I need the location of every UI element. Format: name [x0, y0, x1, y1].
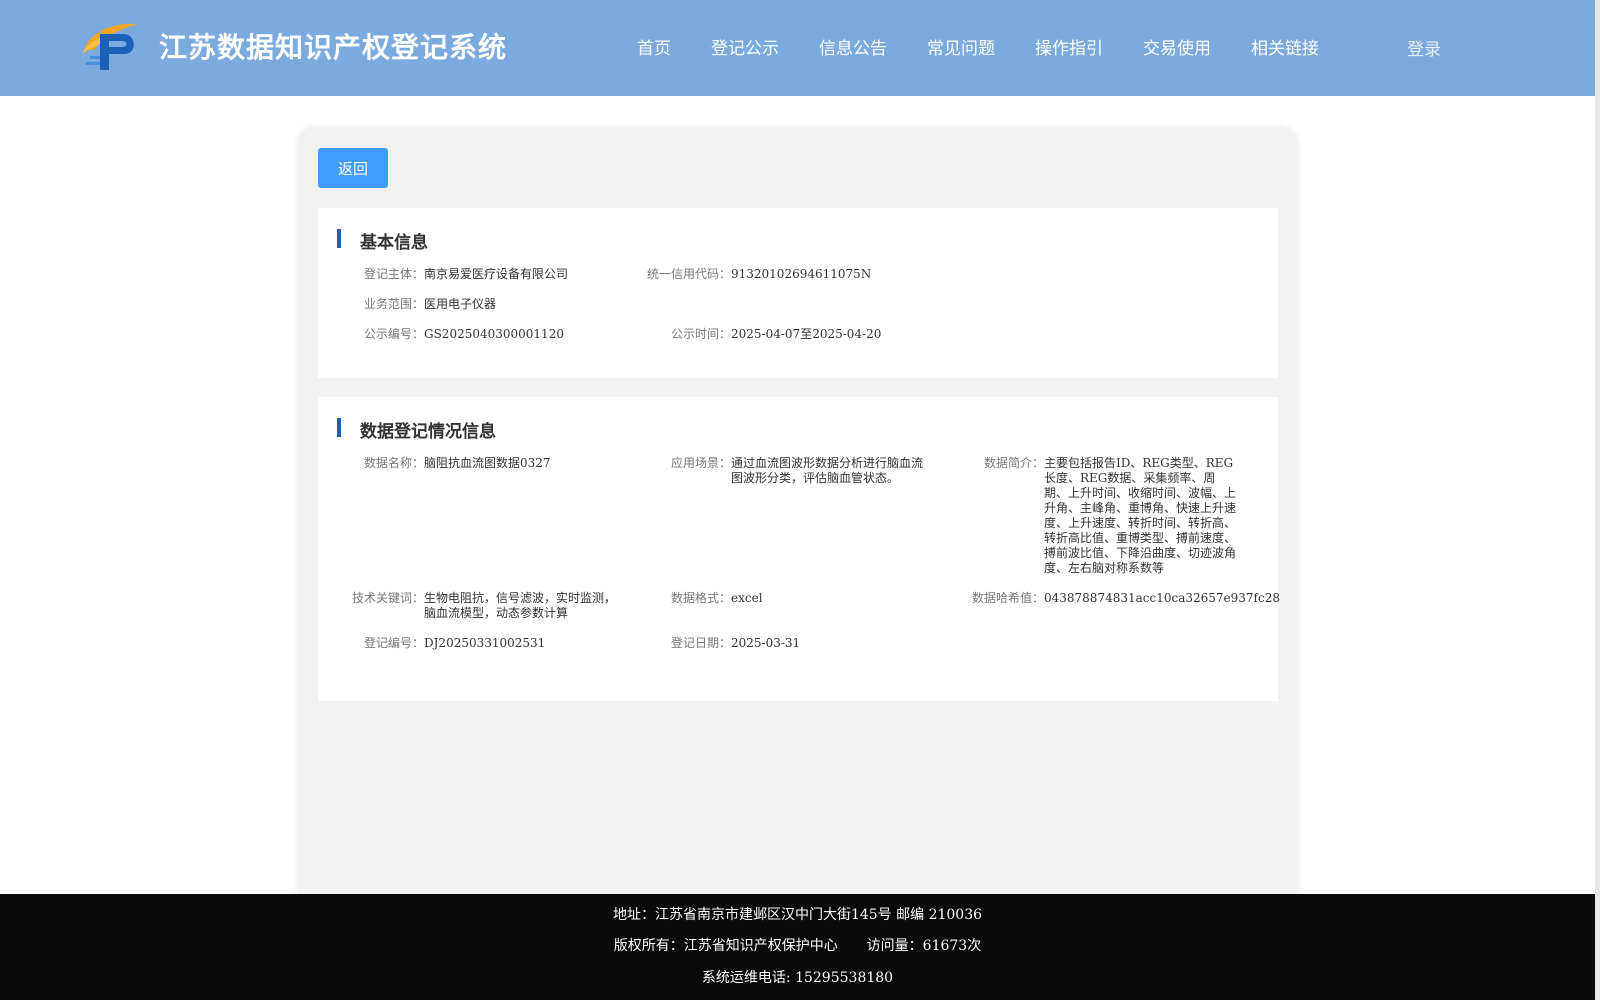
scenario-value: 通过血流图波形数据分析进行脑血流图波形分类，评估脑血管状态。 [731, 456, 924, 485]
pub-no-field: 公示编号： GS2025040300001120 [348, 327, 564, 342]
basic-info-title: 基本信息 [360, 233, 428, 253]
reg-no-value: DJ20250331002531 [424, 636, 546, 650]
reg-date-label: 登记日期： [670, 636, 731, 650]
basic-info-card: 基本信息 登记主体： 南京易爱医疗设备有限公司 统一信用代码： 91320102… [318, 208, 1278, 378]
nav-info-notice[interactable]: 信息公告 [819, 34, 887, 59]
login-link[interactable]: 登录 [1407, 35, 1441, 60]
credit-code-label: 统一信用代码： [646, 267, 731, 281]
footer-address: 地址：江苏省南京市建邺区汉中门大街145号 邮编 210036 [612, 907, 983, 923]
pub-time-field: 公示时间： 2025-04-07至2025-04-20 [655, 327, 881, 342]
nav-related-links[interactable]: 相关链接 [1251, 34, 1319, 59]
nav-faq[interactable]: 常见问题 [927, 34, 995, 59]
reg-no-label: 登记编号： [363, 636, 424, 650]
footer-copyright-row: 版权所有：江苏省知识产权保护中心 访问量：61673次 [0, 935, 1595, 955]
pub-time-label: 公示时间： [670, 327, 731, 341]
nav-guide[interactable]: 操作指引 [1035, 34, 1103, 59]
scope-label: 业务范围： [363, 297, 424, 311]
format-label: 数据格式： [670, 591, 731, 605]
hash-label: 数据哈希值： [971, 591, 1044, 605]
nav-registration-announcement[interactable]: 登记公示 [711, 34, 779, 59]
data-name-field: 数据名称： 脑阻抗血流图数据0327 [348, 456, 624, 471]
site-footer: 地址：江苏省南京市建邺区汉中门大街145号 邮编 210036 版权所有：江苏省… [0, 894, 1595, 1000]
reg-date-field: 登记日期： 2025-03-31 [661, 636, 800, 651]
footer-visits: 访问量：61673次 [866, 938, 982, 954]
reg-no-field: 登记编号： DJ20250331002531 [348, 636, 545, 651]
nav-home[interactable]: 首页 [637, 34, 671, 59]
site-logo-icon [82, 23, 138, 70]
footer-hotline: 系统运维电话: 15295538180 [701, 970, 894, 986]
summary-label: 数据简介： [983, 456, 1044, 470]
section-title-bar [337, 229, 341, 248]
site-title: 江苏数据知识产权登记系统 [159, 31, 508, 64]
keywords-value: 生物电阻抗，信号滤波，实时监测，脑血流模型，动态参数计算 [424, 591, 617, 620]
pub-time-value: 2025-04-07至2025-04-20 [731, 327, 882, 341]
subject-value: 南京易爱医疗设备有限公司 [424, 267, 569, 281]
summary-value: 主要包括报告ID、REG类型、REG长度、REG数据、采集频率、周期、上升时间、… [1044, 456, 1237, 575]
reg-date-value: 2025-03-31 [731, 636, 801, 650]
hash-value: 043878874831acc10ca32657e937fc28 [1044, 591, 1280, 605]
scenario-field: 应用场景： 通过血流图波形数据分析进行脑血流图波形分类，评估脑血管状态。 [661, 456, 923, 486]
credit-code-field: 统一信用代码： 91320102694611075N [631, 267, 871, 282]
subject-label: 登记主体： [363, 267, 424, 281]
back-button[interactable]: 返回 [318, 148, 388, 188]
subject-field: 登记主体： 南京易爱医疗设备有限公司 [348, 267, 568, 282]
site-header: 江苏数据知识产权登记系统 首页 登记公示 信息公告 常见问题 操作指引 交易使用… [0, 0, 1595, 96]
section-title-bar [337, 418, 341, 437]
page-scrollbar[interactable] [1595, 0, 1600, 1000]
scope-field: 业务范围： 医用电子仪器 [348, 297, 496, 312]
registration-info-title: 数据登记情况信息 [360, 422, 496, 442]
keywords-label: 技术关键词： [351, 591, 424, 605]
scope-value: 医用电子仪器 [424, 297, 497, 311]
keywords-field: 技术关键词： 生物电阻抗，信号滤波，实时监测，脑血流模型，动态参数计算 [348, 591, 618, 621]
footer-copyright: 版权所有：江苏省知识产权保护中心 [613, 938, 838, 954]
nav-transaction[interactable]: 交易使用 [1143, 34, 1211, 59]
credit-code-value: 91320102694611075N [731, 267, 872, 281]
detail-panel: 返回 基本信息 登记主体： 南京易爱医疗设备有限公司 统一信用代码： 91320… [298, 127, 1298, 907]
data-name-label: 数据名称： [363, 456, 424, 470]
format-field: 数据格式： excel [661, 591, 763, 606]
format-value: excel [731, 591, 763, 605]
pub-no-value: GS2025040300001120 [424, 327, 564, 341]
registration-info-card: 数据登记情况信息 数据名称： 脑阻抗血流图数据0327 应用场景： 通过血流图波… [318, 397, 1280, 701]
scenario-label: 应用场景： [670, 456, 731, 470]
hash-field: 数据哈希值： 043878874831acc10ca32657e937fc28 [958, 591, 1280, 606]
pub-no-label: 公示编号： [363, 327, 424, 341]
summary-field: 数据简介： 主要包括报告ID、REG类型、REG长度、REG数据、采集频率、周期… [974, 456, 1236, 576]
data-name-value: 脑阻抗血流图数据0327 [424, 456, 551, 470]
